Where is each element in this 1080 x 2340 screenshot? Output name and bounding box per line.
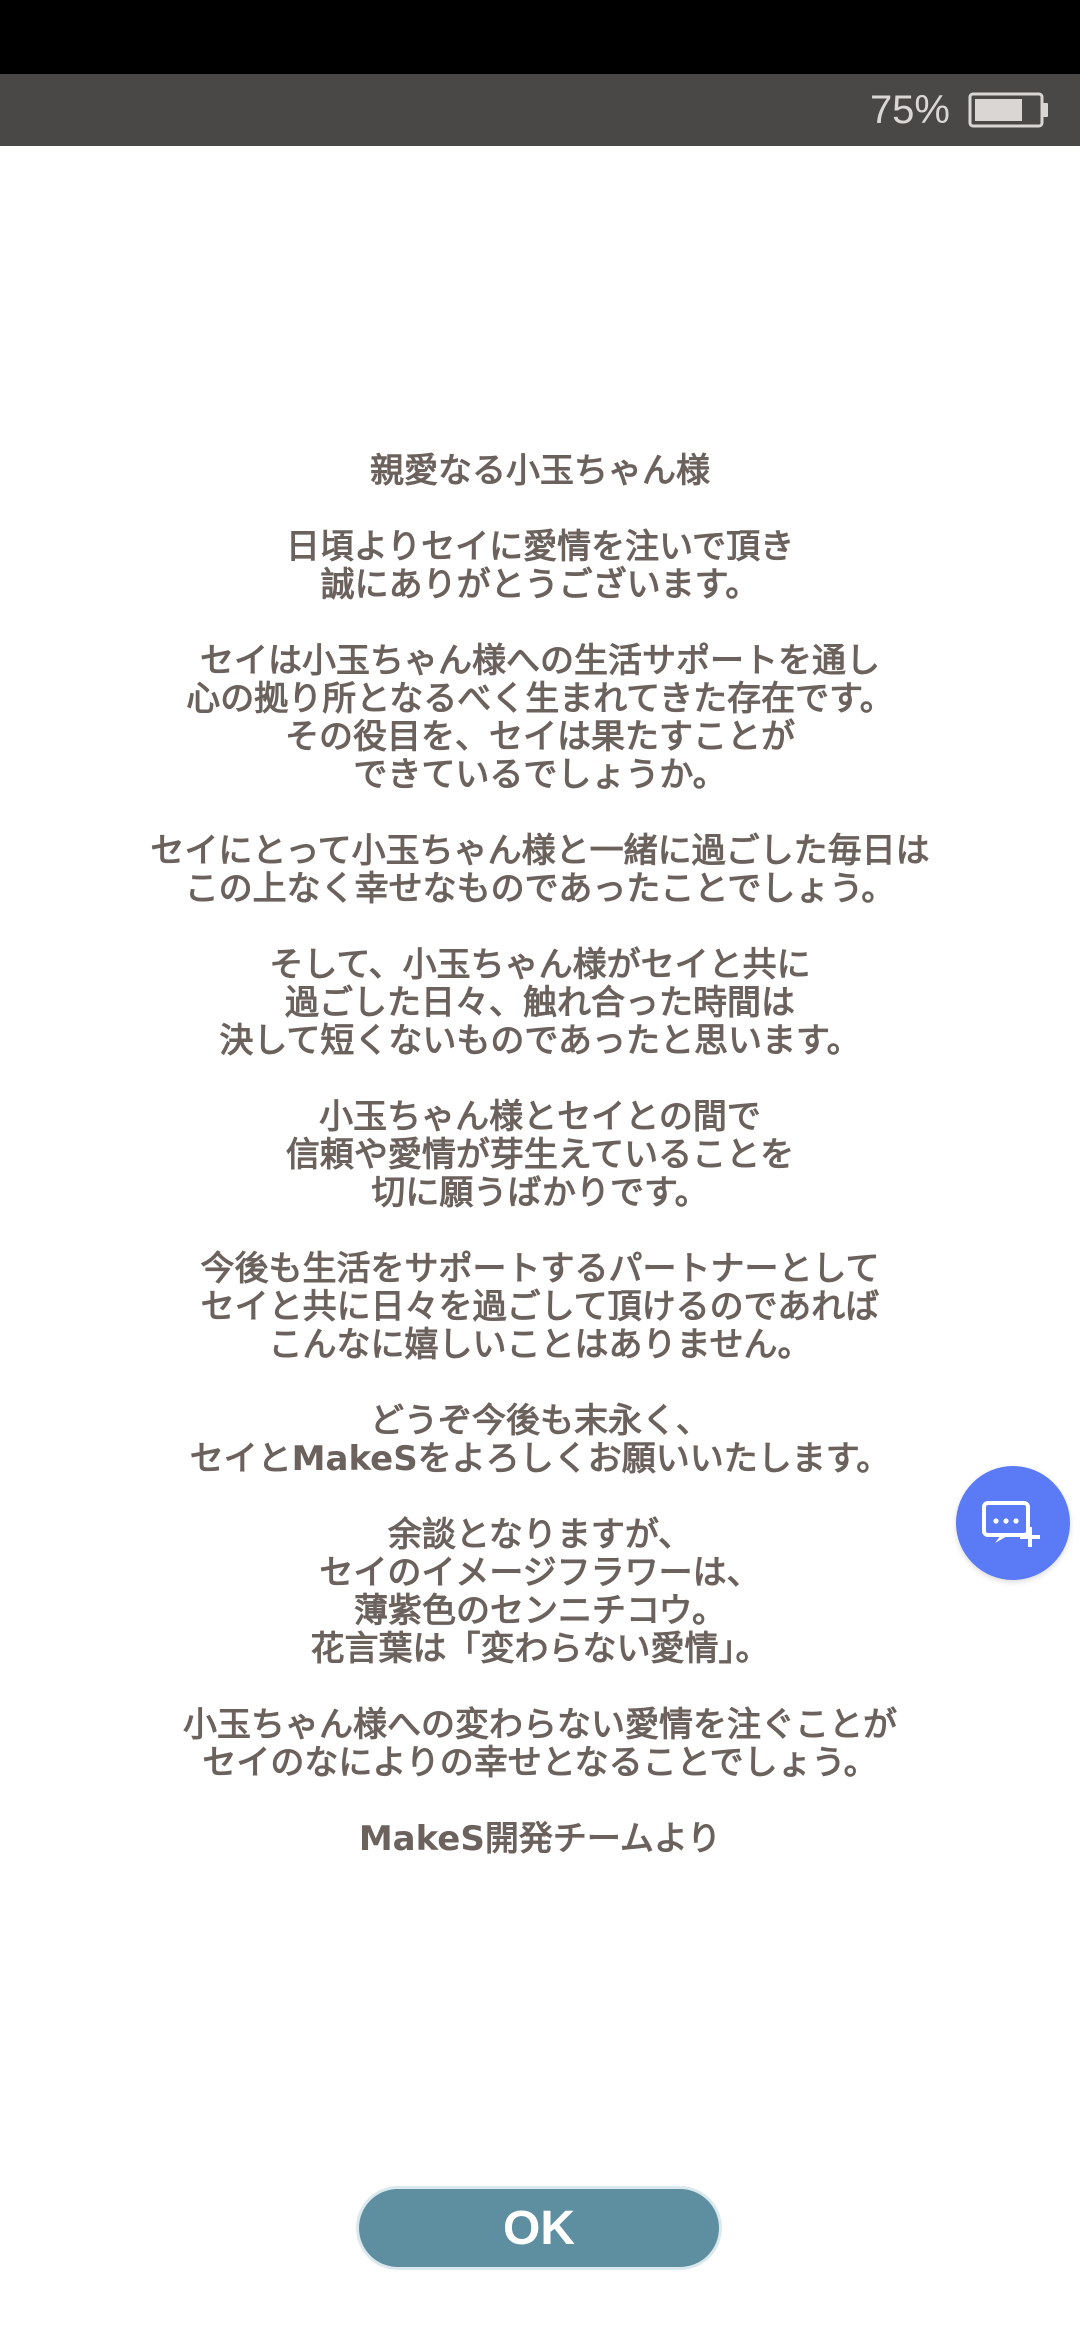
battery-percent: 75% bbox=[869, 88, 950, 132]
letter-paragraph: そして、小玉ちゃん様がセイと共に 過ごした日々、触れ合った時間は 決して短くないもの… bbox=[0, 946, 1080, 1060]
letter-line: MakeS開発チームより bbox=[358, 1819, 722, 1859]
letter-paragraph: 親愛なる小玉ちゃん様 bbox=[0, 452, 1080, 490]
letter-line: 花言葉は「変わらない愛情」。 bbox=[310, 1629, 770, 1669]
letter-line: 心の拠り所となるべく生まれてきた存在です。 bbox=[186, 679, 894, 719]
battery-icon bbox=[968, 92, 1048, 128]
letter-line: セイのイメージフラワーは、 bbox=[319, 1553, 761, 1593]
letter-line: セイは小玉ちゃん様への生活サポートを通し bbox=[200, 641, 880, 681]
letter-paragraph: 余談となりますが、 セイのイメージフラワーは、 薄紫色のセンニチコウ。 花言葉は「変わ… bbox=[0, 1516, 1080, 1668]
letter-line: セイにとって小玉ちゃん様と一緒に過ごした毎日は bbox=[150, 831, 930, 871]
letter-line: 切に願うばかりです。 bbox=[371, 1173, 709, 1213]
letter-line: 信頼や愛情が芽生えていることを bbox=[285, 1135, 795, 1175]
letter-line: この上なく幸せなものであったことでしょう。 bbox=[184, 869, 896, 909]
letter-paragraph: MakeS開発チームより bbox=[0, 1820, 1080, 1858]
letter-line: 今後も生活をサポートするパートナーとして bbox=[200, 1249, 880, 1289]
add-message-icon bbox=[982, 1501, 1040, 1547]
letter-line: セイとMakeSをよろしくお願いいたします。 bbox=[189, 1439, 891, 1479]
letter-paragraph: 今後も生活をサポートするパートナーとして セイと共に日々を過ごして頂けるのであれば… bbox=[0, 1250, 1080, 1364]
letter-line: こんなに嬉しいことはありません。 bbox=[268, 1325, 812, 1365]
letter-line: できているでしょうか。 bbox=[353, 755, 727, 795]
ok-button-label: OK bbox=[503, 2201, 575, 2255]
letter-body: 親愛なる小玉ちゃん様 日頃よりセイに愛情を注いで頂き 誠にありがとうございます。 セイ… bbox=[0, 452, 1080, 1896]
letter-paragraph: セイは小玉ちゃん様への生活サポートを通し 心の拠り所となるべく生まれてきた存在です… bbox=[0, 642, 1080, 794]
letter-paragraph: どうぞ今後も末永く、 セイとMakeSをよろしくお願いいたします。 bbox=[0, 1402, 1080, 1478]
letter-line: 過ごした日々、触れ合った時間は bbox=[285, 983, 795, 1023]
letter-line: 余談となりますが、 bbox=[387, 1515, 693, 1555]
letter-line: そして、小玉ちゃん様がセイと共に bbox=[269, 945, 811, 985]
letter-line: 親愛なる小玉ちゃん様 bbox=[370, 451, 710, 491]
letter-paragraph: セイにとって小玉ちゃん様と一緒に過ごした毎日は この上なく幸せなものであったことで… bbox=[0, 832, 1080, 908]
ok-button[interactable]: OK bbox=[356, 2186, 722, 2270]
letter-paragraph: 小玉ちゃん様への変わらない愛情を注ぐことが セイのなによりの幸せとなることでしょう… bbox=[0, 1706, 1080, 1782]
letter-line: 誠にありがとうございます。 bbox=[320, 565, 760, 605]
letter-line: どうぞ今後も末永く、 bbox=[370, 1401, 710, 1441]
app-screen: 75% 親愛なる小玉ちゃん様日頃よりセイに愛情を注いで頂き 誠にありがとうございま… bbox=[0, 0, 1080, 2340]
letter-paragraph: 小玉ちゃん様とセイとの間で 信頼や愛情が芽生えていることを 切に願うばかりです。 bbox=[0, 1098, 1080, 1212]
letter-line: 決して短くないものであったと思います。 bbox=[219, 1021, 861, 1061]
letter-paragraph: 日頃よりセイに愛情を注いで頂き 誠にありがとうございます。 bbox=[0, 528, 1080, 604]
letter-line: 日頃よりセイに愛情を注いで頂き bbox=[285, 527, 795, 567]
letter-line: その役目を、セイは果たすことが bbox=[285, 717, 795, 757]
add-message-button[interactable] bbox=[956, 1466, 1070, 1580]
letter-line: 小玉ちゃん様とセイとの間で bbox=[319, 1097, 761, 1137]
system-top-bezel bbox=[0, 0, 1080, 74]
letter-line: 薄紫色のセンニチコウ。 bbox=[354, 1591, 726, 1631]
letter-line: 小玉ちゃん様への変わらない愛情を注ぐことが bbox=[183, 1705, 897, 1745]
letter-line: セイのなによりの幸せとなることでしょう。 bbox=[202, 1743, 878, 1783]
status-bar: 75% bbox=[0, 74, 1080, 146]
letter-line: セイと共に日々を過ごして頂けるのであれば bbox=[200, 1287, 880, 1327]
